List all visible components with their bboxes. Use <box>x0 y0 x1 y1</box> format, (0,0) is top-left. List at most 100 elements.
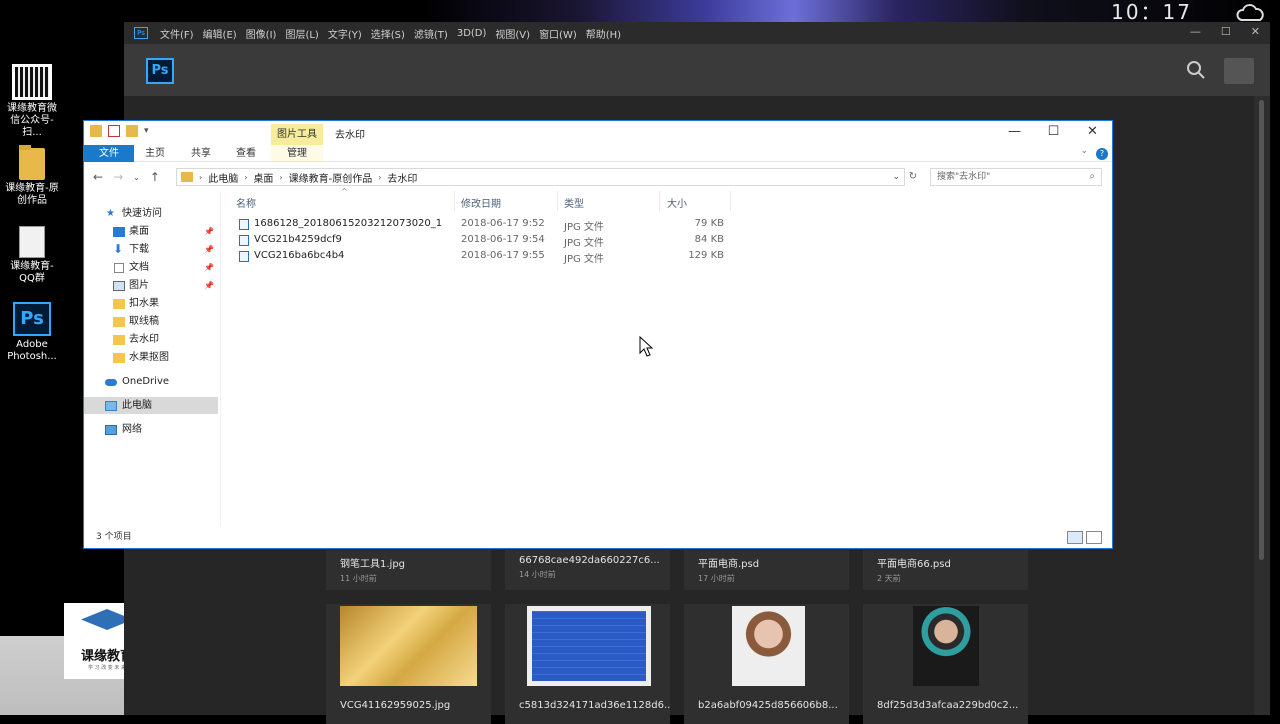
thumbnail-tile[interactable] <box>505 604 670 692</box>
maximize-button[interactable]: ☐ <box>1221 25 1231 38</box>
column-divider[interactable] <box>659 191 660 211</box>
search-input[interactable]: 搜索"去水印" ⌕ <box>930 168 1102 186</box>
minimize-button[interactable]: — <box>1190 25 1201 38</box>
desktop-icon-wechat-qr[interactable]: 课缘教育微信公众号-扫... <box>4 64 60 139</box>
computer-icon <box>105 401 117 411</box>
column-header-date[interactable]: 修改日期 <box>461 195 501 210</box>
nav-this-pc[interactable]: 此电脑 <box>84 397 218 414</box>
explorer-titlebar: ▾ 图片工具 去水印 — ☐ ✕ <box>84 121 1112 145</box>
close-button[interactable]: ✕ <box>1251 25 1260 38</box>
details-view-icon[interactable] <box>1067 531 1083 544</box>
nav-item-folder[interactable]: 去水印 <box>84 331 218 348</box>
column-divider[interactable] <box>557 191 558 211</box>
search-icon[interactable]: ⌕ <box>1089 169 1095 185</box>
tab-manage[interactable]: 管理 <box>271 145 323 162</box>
up-arrow-icon[interactable]: ↑ <box>150 170 160 184</box>
column-header-type[interactable]: 类型 <box>564 195 584 210</box>
menu-layer[interactable]: 图层(L) <box>285 26 318 41</box>
column-header-size[interactable]: 大小 <box>667 195 687 210</box>
menu-edit[interactable]: 编辑(E) <box>203 26 237 41</box>
customize-toolbar-icon[interactable]: ▾ <box>144 126 149 136</box>
menu-type[interactable]: 文字(Y) <box>328 26 362 41</box>
refresh-icon[interactable]: ↻ <box>906 168 920 186</box>
pin-icon[interactable]: 📌 <box>204 277 214 294</box>
breadcrumb-current[interactable]: 去水印 <box>387 170 417 185</box>
column-divider[interactable] <box>730 191 731 211</box>
recent-file-name: 平面电商.psd <box>698 559 760 570</box>
menu-image[interactable]: 图像(I) <box>246 26 277 41</box>
new-folder-icon[interactable] <box>126 125 138 137</box>
nav-network[interactable]: 网络 <box>84 421 218 438</box>
breadcrumb-this-pc[interactable]: 此电脑 <box>208 170 238 185</box>
recent-file-card[interactable]: 66768cae492da660227c6... 14 小时前 <box>505 550 670 590</box>
nav-item-documents[interactable]: 文档 📌 <box>84 259 218 276</box>
breadcrumb-separator[interactable]: › <box>378 173 381 182</box>
nav-item-folder[interactable]: 水果抠图 <box>84 349 218 366</box>
nav-item-pictures[interactable]: 图片 📌 <box>84 277 218 294</box>
menu-view[interactable]: 视图(V) <box>495 26 530 41</box>
back-arrow-icon[interactable]: ← <box>93 170 103 184</box>
file-row[interactable]: 1686128_20180615203212073020_1 2018-06-1… <box>221 216 821 233</box>
minimize-button[interactable]: — <box>995 121 1034 143</box>
nav-item-downloads[interactable]: ⬇ 下载 📌 <box>84 241 218 258</box>
menu-window[interactable]: 窗口(W) <box>539 26 577 41</box>
thumbnail-label[interactable]: 8df25d3d3afcaa229bd0c2... <box>863 692 1028 724</box>
recent-file-card[interactable]: 钢笔工具1.jpg 11 小时前 <box>326 550 491 590</box>
vertical-scrollbar[interactable] <box>1254 96 1270 715</box>
thumbnail-tile[interactable] <box>684 604 849 692</box>
breadcrumb-originals[interactable]: 课缘教育-原创作品 <box>289 170 373 185</box>
desktop-icon-photoshop[interactable]: Ps Adobe Photosh... <box>4 302 60 363</box>
breadcrumb-separator[interactable]: › <box>199 173 202 182</box>
desktop-icon-qq-group[interactable]: 课缘教育-QQ群 <box>4 226 60 285</box>
thumbnail-label[interactable]: VCG41162959025.jpg <box>326 692 491 724</box>
thumbnail-label[interactable]: b2a6abf09425d856606b8... <box>684 692 849 724</box>
properties-icon[interactable] <box>108 125 120 137</box>
breadcrumb-desktop[interactable]: 桌面 <box>253 170 273 185</box>
file-row[interactable]: VCG216ba6bc4b4 2018-06-17 9:55 JPG 文件 12… <box>221 248 821 265</box>
breadcrumb-separator[interactable]: › <box>279 173 282 182</box>
thumbnail-label[interactable]: c5813d324171ad36e1128d6... <box>505 692 670 724</box>
close-button[interactable]: ✕ <box>1073 121 1112 143</box>
nav-onedrive[interactable]: OneDrive <box>84 373 218 390</box>
address-bar[interactable]: › 此电脑 › 桌面 › 课缘教育-原创作品 › 去水印 ⌄ <box>176 168 905 186</box>
tab-home[interactable]: 主页 <box>134 145 176 162</box>
menu-file[interactable]: 文件(F) <box>160 26 194 41</box>
file-row[interactable]: VCG21b4259dcf9 2018-06-17 9:54 JPG 文件 84… <box>221 232 821 249</box>
menu-help[interactable]: 帮助(H) <box>586 26 621 41</box>
tab-view[interactable]: 查看 <box>225 145 267 162</box>
nav-item-desktop[interactable]: 桌面 📌 <box>84 223 218 240</box>
breadcrumb-separator[interactable]: › <box>244 173 247 182</box>
tab-share[interactable]: 共享 <box>180 145 222 162</box>
pin-icon[interactable]: 📌 <box>204 223 214 240</box>
pin-icon[interactable]: 📌 <box>204 241 214 258</box>
large-icons-view-icon[interactable] <box>1086 531 1102 544</box>
nav-quick-access[interactable]: ★ 快速访问 <box>84 205 218 222</box>
recent-file-card[interactable]: 平面电商66.psd 2 天前 <box>863 550 1028 590</box>
document-icon <box>114 263 124 273</box>
address-dropdown-icon[interactable]: ⌄ <box>892 172 900 182</box>
maximize-button[interactable]: ☐ <box>1034 121 1073 143</box>
search-icon[interactable] <box>1186 60 1206 80</box>
forward-arrow-icon[interactable]: → <box>113 170 123 184</box>
column-divider[interactable] <box>454 191 455 211</box>
menu-filter[interactable]: 滤镜(T) <box>414 26 448 41</box>
menu-select[interactable]: 选择(S) <box>371 26 405 41</box>
gold-texture-image <box>340 606 477 686</box>
nav-item-folder[interactable]: 取线稿 <box>84 313 218 330</box>
nav-item-folder[interactable]: 扣水果 <box>84 295 218 312</box>
account-avatar[interactable] <box>1224 58 1254 84</box>
nav-label: 去水印 <box>129 334 159 345</box>
thumbnail-tile[interactable] <box>863 604 1028 692</box>
recent-locations-icon[interactable]: ⌄ <box>133 173 140 182</box>
menu-3d[interactable]: 3D(D) <box>457 28 487 39</box>
pin-icon[interactable]: 📌 <box>204 259 214 276</box>
thumbnail-tile[interactable] <box>326 604 491 692</box>
expand-ribbon-icon[interactable]: ⌄ <box>1080 146 1088 156</box>
tab-file[interactable]: 文件 <box>84 145 134 162</box>
photoshop-menubar: Ps 文件(F) 编辑(E) 图像(I) 图层(L) 文字(Y) 选择(S) 滤… <box>124 22 1270 44</box>
help-icon[interactable]: ? <box>1096 148 1108 160</box>
recent-file-card[interactable]: 平面电商.psd 17 小时前 <box>684 550 849 590</box>
scrollbar-thumb[interactable] <box>1259 100 1264 560</box>
desktop-icon-originals-folder[interactable]: 课缘教育-原创作品 <box>4 145 60 207</box>
column-header-name[interactable]: 名称 <box>236 195 256 210</box>
